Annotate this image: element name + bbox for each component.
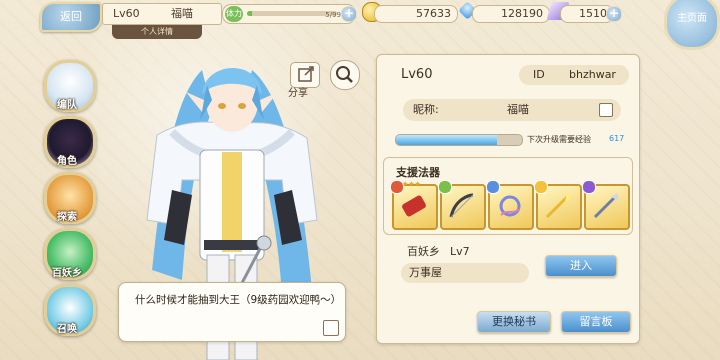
add-stamina-button[interactable]: + — [341, 6, 357, 22]
nickname-label: 昵称: — [413, 103, 439, 116]
exp-bar — [395, 134, 523, 146]
artifact-slot-4[interactable] — [534, 180, 582, 230]
menu-character-label: 角色 — [57, 156, 77, 167]
change-secretary-label: 更换秘书 — [492, 315, 536, 328]
ribbon-artifact-icon — [499, 195, 521, 217]
enter-village-button[interactable]: 进入 — [545, 255, 617, 277]
stamina-label: 体力 — [225, 6, 243, 22]
village-info: 百妖乡 Lv7 — [407, 243, 470, 259]
star-rating-icon: ★★★ — [402, 180, 421, 188]
bow-artifact-icon — [449, 193, 474, 218]
zoom-button[interactable] — [330, 60, 360, 90]
menu-team[interactable]: 编队 — [40, 58, 96, 112]
artifact-slot-5[interactable] — [582, 180, 630, 230]
stamina-meter: 体力 5/99 + — [222, 4, 357, 24]
gold-amount: 57633 — [374, 5, 458, 23]
artifact-slot-1[interactable]: ★★★ — [390, 180, 438, 230]
profile-panel: Lv60 ID bhzhwar 昵称: 福喵 下次升级需要经验 617 支援法器… — [376, 54, 640, 344]
menu-village[interactable]: 百妖乡 — [40, 226, 96, 280]
main-page-button[interactable]: 主页面 — [664, 0, 720, 50]
nickname-value: 福喵 — [507, 103, 529, 116]
village-level: Lv7 — [450, 245, 470, 258]
scroll-artifact-icon — [402, 195, 426, 217]
player-id-box: ID bhzhwar — [519, 65, 629, 85]
nickname-field[interactable]: 昵称: 福喵 — [403, 99, 621, 121]
menu-summon[interactable]: 召唤 — [40, 282, 96, 336]
menu-explore[interactable]: 探索 — [40, 170, 96, 224]
speech-bubble: 什么时候才能抽到大王（9级药园欢迎鸭～） — [118, 282, 346, 342]
menu-team-label: 编队 — [57, 100, 77, 111]
spear-artifact-icon — [593, 193, 619, 219]
speech-text: 什么时候才能抽到大王（9级药园欢迎鸭～） — [135, 294, 342, 306]
village-building: 万事屋 — [401, 263, 529, 283]
top-bar: 返回 Lv60 福喵 个人详情 体力 5/99 + 57633 128190 1… — [0, 0, 720, 50]
change-secretary-button[interactable]: 更换秘书 — [477, 311, 551, 333]
support-artifacts: 支援法器 ★★★ — [383, 157, 633, 235]
village-label: 百妖乡 — [407, 245, 440, 258]
menu-summon-label: 召唤 — [57, 324, 77, 335]
support-title: 支援法器 — [396, 166, 440, 179]
back-button[interactable]: 返回 — [40, 2, 102, 32]
staff-artifact-icon — [545, 193, 571, 219]
stamina-fill — [247, 11, 252, 16]
edit-nickname-icon[interactable] — [599, 103, 613, 117]
edit-speech-icon[interactable] — [323, 320, 339, 336]
artifact-slot-2[interactable] — [438, 180, 486, 230]
stamina-bar — [247, 11, 337, 16]
id-value: bhzhwar — [569, 68, 616, 81]
menu-village-label: 百妖乡 — [52, 268, 82, 279]
share-label: 分享 — [288, 88, 308, 99]
menu-explore-label: 探索 — [57, 212, 77, 223]
add-crystal-button[interactable]: + — [606, 6, 622, 22]
player-level: Lv60 — [113, 7, 140, 20]
message-board-button[interactable]: 留言板 — [561, 311, 631, 333]
exp-fill — [396, 135, 497, 145]
magnifier-icon — [336, 66, 353, 83]
player-name: 福喵 — [171, 7, 193, 20]
exp-value: 617 — [609, 134, 625, 143]
stamina-count: 5/99 — [325, 11, 341, 19]
profile-level: Lv60 — [401, 67, 433, 82]
player-level-box[interactable]: Lv60 福喵 — [102, 3, 222, 25]
menu-character[interactable]: 角色 — [40, 114, 96, 168]
id-label: ID — [533, 68, 545, 81]
gem-amount: 128190 — [472, 5, 550, 23]
exp-label: 下次升级需要经验 — [527, 135, 591, 144]
artifact-slot-3[interactable] — [486, 180, 534, 230]
tab-personal-details[interactable]: 个人详情 — [112, 25, 202, 39]
